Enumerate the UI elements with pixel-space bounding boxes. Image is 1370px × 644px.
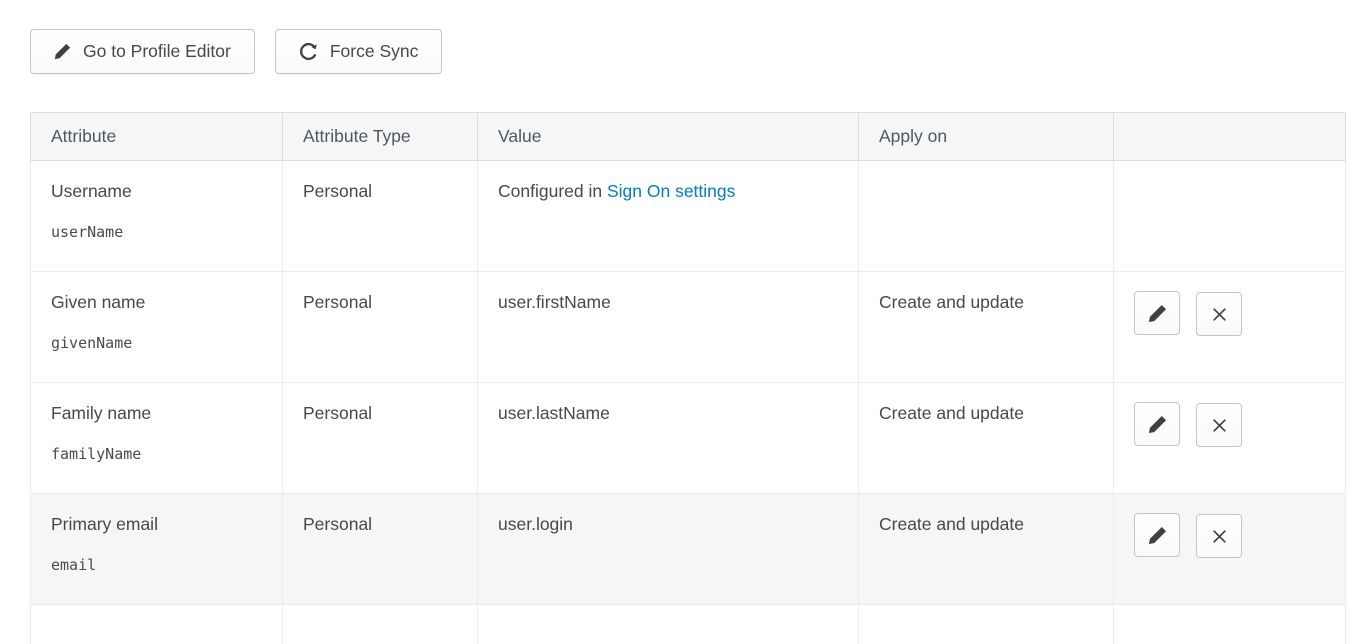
attribute-variable-name: familyName [51, 445, 262, 463]
column-header-attribute: Attribute [31, 113, 283, 161]
pencil-icon [1148, 526, 1167, 545]
attribute-type-cell: Personal [283, 272, 478, 383]
attribute-mappings-page: Go to Profile Editor Force Sync Attribut… [0, 0, 1370, 644]
edit-attribute-button[interactable] [1134, 291, 1180, 335]
value-cell: user.firstName [478, 272, 859, 383]
pencil-icon [54, 43, 71, 60]
table-row: Family name familyName Personal user.lastNa… [31, 383, 1346, 494]
value-text: user.login [498, 514, 573, 534]
attribute-label: Family name [51, 403, 262, 424]
refresh-icon [299, 42, 318, 61]
close-icon [1211, 417, 1228, 434]
actions-cell [1114, 161, 1346, 272]
table-row: UsernameuserNamePersonalConfigured in Si… [31, 161, 1346, 272]
toolbar: Go to Profile Editor Force Sync [30, 29, 1345, 74]
empty-cell [31, 605, 283, 644]
attribute-type-cell: Personal [283, 494, 478, 605]
value-text: user.firstName [498, 292, 611, 312]
force-sync-label: Force Sync [330, 41, 419, 62]
edit-attribute-button[interactable] [1134, 513, 1180, 557]
actions-cell [1114, 383, 1346, 494]
attribute-cell: Family name familyName [31, 383, 283, 494]
apply-on-cell: Create and update [859, 494, 1114, 605]
empty-cell [859, 605, 1114, 644]
remove-attribute-button[interactable] [1196, 292, 1242, 336]
apply-on-cell [859, 161, 1114, 272]
sign-on-settings-link[interactable]: Sign On settings [607, 181, 735, 201]
pencil-icon [1148, 415, 1167, 434]
empty-cell [283, 605, 478, 644]
attribute-variable-name: givenName [51, 334, 262, 352]
attribute-variable-name: userName [51, 223, 262, 241]
attribute-cell: Username userName [31, 161, 283, 272]
value-text: Configured in [498, 181, 607, 201]
pencil-icon [1148, 304, 1167, 323]
column-header-actions [1114, 113, 1346, 161]
actions-cell [1114, 272, 1346, 383]
table-row: Given name givenName Personal user.firstNam… [31, 272, 1346, 383]
empty-cell [478, 605, 859, 644]
empty-cell [1114, 605, 1346, 644]
apply-on-cell: Create and update [859, 383, 1114, 494]
actions-cell [1114, 494, 1346, 605]
value-cell: Configured in Sign On settings [478, 161, 859, 272]
table-row-empty [31, 605, 1346, 644]
attribute-cell: Primary email email [31, 494, 283, 605]
attribute-label: Given name [51, 292, 262, 313]
table-header-row: AttributeAttribute TypeValueApply on [31, 113, 1346, 161]
edit-attribute-button[interactable] [1134, 402, 1180, 446]
attribute-type-cell: Personal [283, 383, 478, 494]
column-header-apply-on: Apply on [859, 113, 1114, 161]
force-sync-button[interactable]: Force Sync [275, 29, 443, 74]
close-icon [1211, 528, 1228, 545]
attribute-type-cell: Personal [283, 161, 478, 272]
value-cell: user.login [478, 494, 859, 605]
close-icon [1211, 306, 1228, 323]
column-header-value: Value [478, 113, 859, 161]
go-to-profile-editor-label: Go to Profile Editor [83, 41, 231, 62]
value-cell: user.lastName [478, 383, 859, 494]
apply-on-cell: Create and update [859, 272, 1114, 383]
remove-attribute-button[interactable] [1196, 403, 1242, 447]
attribute-cell: Given name givenName [31, 272, 283, 383]
table-row: Primary email email Personal user.login Crea… [31, 494, 1346, 605]
remove-attribute-button[interactable] [1196, 514, 1242, 558]
go-to-profile-editor-button[interactable]: Go to Profile Editor [30, 29, 255, 74]
attribute-mappings-table: AttributeAttribute TypeValueApply on Use… [30, 112, 1346, 644]
attribute-label: Primary email [51, 514, 262, 535]
attribute-label: Username [51, 181, 262, 202]
attribute-variable-name: email [51, 556, 262, 574]
value-text: user.lastName [498, 403, 610, 423]
column-header-attribute-type: Attribute Type [283, 113, 478, 161]
